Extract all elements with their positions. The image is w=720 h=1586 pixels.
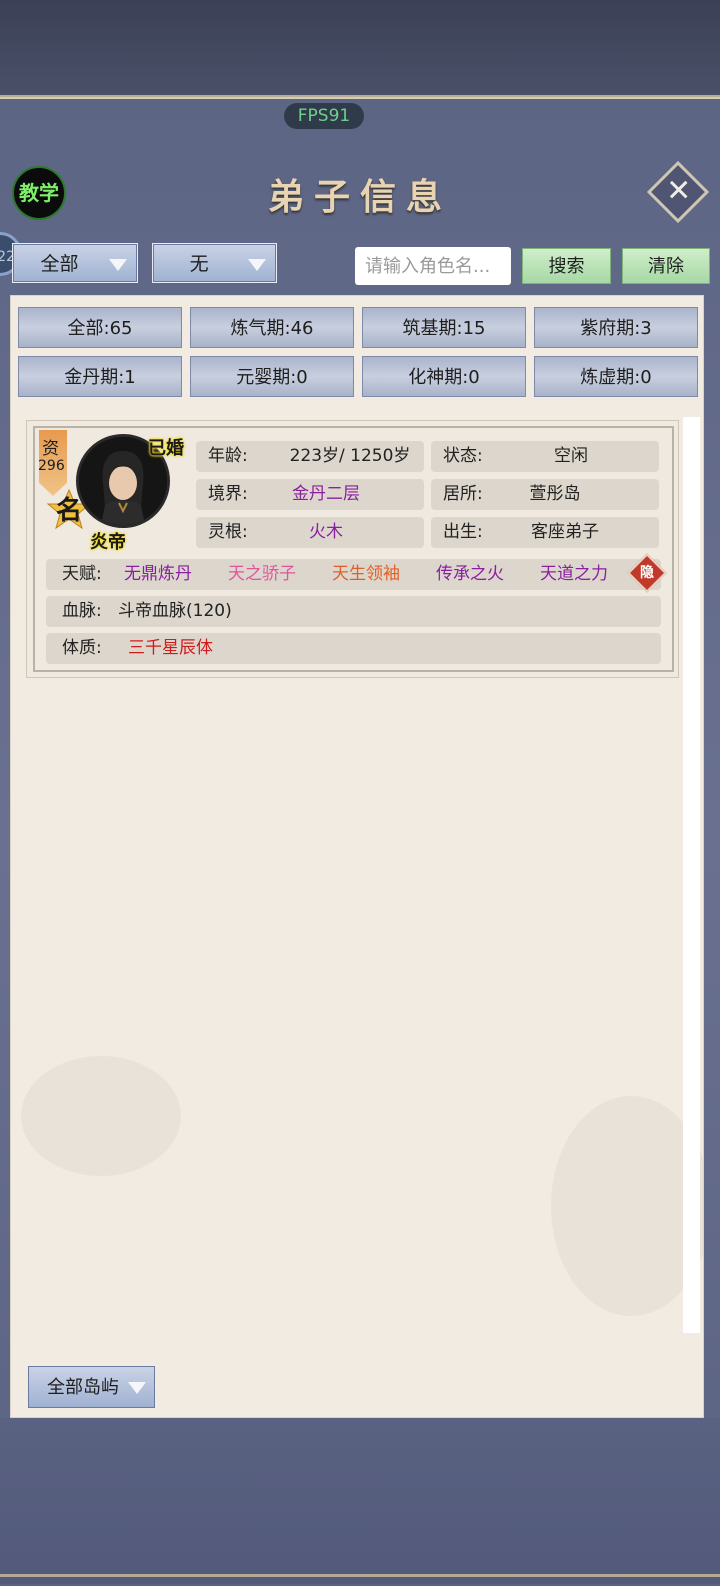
residence-value: 萱彤岛 [529, 484, 581, 504]
status-field: 状态: 空闲 [431, 441, 659, 472]
chevron-down-icon [128, 1382, 146, 1394]
bottom-divider [0, 1574, 720, 1577]
status-label: 状态: [443, 446, 483, 466]
island-filter-value: 全部岛屿 [47, 1377, 119, 1398]
stat-zhuji[interactable]: 筑基期:15 [362, 307, 526, 348]
residence-label: 居所: [443, 484, 483, 504]
bloodline-row: 血脉: 斗帝血脉(120) [46, 596, 661, 627]
status-value: 空闲 [554, 446, 588, 466]
aptitude-label: 资 [42, 439, 59, 459]
physique-label: 体质: [62, 638, 102, 658]
search-input[interactable] [355, 247, 511, 285]
fps-counter: FPS91 [284, 103, 364, 129]
bloodline-value: 斗帝血脉(120) [118, 601, 232, 621]
hide-label[interactable]: 隐 [633, 559, 661, 587]
stat-lianqi[interactable]: 炼气期:46 [190, 307, 354, 348]
island-filter-dropdown[interactable]: 全部岛屿 [28, 1366, 155, 1408]
realm-field: 境界: 金丹二层 [196, 479, 424, 510]
talent-item[interactable]: 无鼎炼丹 [124, 559, 192, 590]
top-bar [0, 0, 720, 98]
talent-row: 天赋: 无鼎炼丹 天之骄子 天生领袖 传承之火 天道之力 [46, 559, 661, 590]
category-dropdown-value: 全部 [40, 253, 79, 275]
stat-huashen[interactable]: 化神期:0 [362, 356, 526, 397]
stat-jindan[interactable]: 金丹期:1 [18, 356, 182, 397]
scrollbar-track[interactable] [683, 417, 700, 1333]
spirit-root-value: 火木 [309, 522, 343, 542]
chevron-down-icon [109, 259, 127, 271]
search-button[interactable]: 搜索 [522, 248, 611, 284]
age-label: 年龄: [208, 446, 248, 466]
age-value: 223岁/ 1250岁 [289, 446, 411, 466]
talent-item[interactable]: 传承之火 [436, 559, 504, 590]
stat-lianxu[interactable]: 炼虚期:0 [534, 356, 698, 397]
sub-filter-dropdown-value: 无 [189, 253, 209, 275]
close-icon: ✕ [666, 173, 692, 209]
bamboo-decoration [551, 1096, 703, 1316]
sub-filter-dropdown[interactable]: 无 [152, 243, 277, 283]
chevron-down-icon [248, 259, 266, 271]
bottom-bar [0, 1418, 720, 1584]
talent-label: 天赋: [62, 564, 102, 584]
category-dropdown[interactable]: 全部 [12, 243, 138, 283]
realm-label: 境界: [208, 484, 248, 504]
realm-value: 金丹二层 [292, 484, 360, 504]
age-field: 年龄: 223岁/ 1250岁 [196, 441, 424, 472]
talent-item[interactable]: 天之骄子 [228, 559, 296, 590]
clear-button[interactable]: 清除 [622, 248, 710, 284]
page-title: 弟子信息 [267, 176, 452, 218]
disciple-name: 炎帝 [90, 532, 126, 553]
stat-zifu[interactable]: 紫府期:3 [534, 307, 698, 348]
physique-value: 三千星辰体 [128, 638, 213, 658]
talent-item[interactable]: 天道之力 [540, 559, 608, 590]
bloodline-label: 血脉: [62, 601, 102, 621]
spirit-root-label: 灵根: [208, 522, 248, 542]
birth-value: 客座弟子 [531, 522, 599, 542]
birth-label: 出生: [443, 522, 483, 542]
talent-item[interactable]: 天生领袖 [332, 559, 400, 590]
spirit-root-field: 灵根: 火木 [196, 517, 424, 548]
bamboo-decoration [21, 1056, 181, 1176]
tutorial-button[interactable]: 教学 [12, 166, 66, 220]
stat-yuanying[interactable]: 元婴期:0 [190, 356, 354, 397]
married-badge: 已婚 [148, 438, 184, 459]
residence-field: 居所: 萱彤岛 [431, 479, 659, 510]
birth-field: 出生: 客座弟子 [431, 517, 659, 548]
stat-all[interactable]: 全部:65 [18, 307, 182, 348]
physique-row: 体质: 三千星辰体 [46, 633, 661, 664]
aptitude-value: 296 [38, 458, 65, 474]
